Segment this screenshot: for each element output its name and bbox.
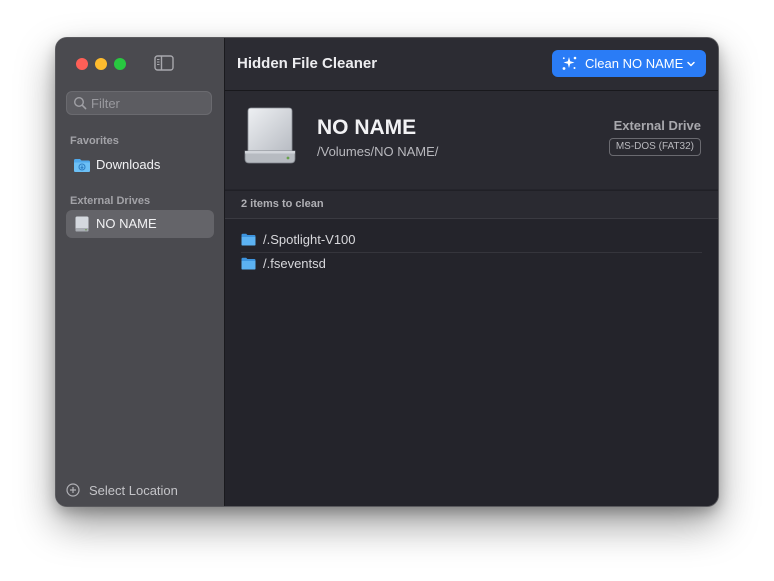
minimize-window-button[interactable] — [95, 58, 107, 70]
app-window: Favorites Downloads External Drives NO N… — [56, 38, 718, 506]
filesystem-badge: MS-DOS (FAT32) — [608, 138, 701, 156]
sidebar-item-no-name[interactable]: NO NAME — [66, 210, 214, 238]
close-window-button[interactable] — [76, 58, 88, 70]
items-summary-bar: 2 items to clean — [225, 190, 718, 219]
filter-field[interactable] — [66, 91, 212, 115]
sidebar-item-downloads[interactable]: Downloads — [66, 151, 214, 179]
file-name: /.Spotlight-V100 — [263, 232, 356, 247]
external-drive-icon — [75, 216, 89, 232]
sidebar-item-label: Downloads — [96, 157, 161, 172]
search-icon — [73, 96, 87, 110]
section-header-external-drives: External Drives — [70, 195, 151, 207]
file-row[interactable]: /.Spotlight-V100 — [241, 228, 702, 253]
sidebar: Favorites Downloads External Drives NO N… — [56, 38, 225, 506]
clean-button-label: Clean NO NAME — [585, 56, 684, 71]
section-header-favorites: Favorites — [70, 135, 119, 147]
drive-name: NO NAME — [317, 116, 417, 139]
folder-icon — [241, 257, 256, 270]
zoom-window-button[interactable] — [114, 58, 126, 70]
select-location-label: Select Location — [89, 483, 178, 498]
clean-button[interactable]: Clean NO NAME — [552, 50, 706, 77]
folder-icon — [241, 233, 256, 246]
select-location-button[interactable]: Select Location — [66, 481, 216, 501]
file-name: /.fseventsd — [263, 256, 326, 271]
file-row[interactable]: /.fseventsd — [241, 252, 702, 276]
main-panel: Hidden File Cleaner Clean NO NAME NO NAM… — [225, 38, 718, 506]
add-circle-icon — [66, 483, 80, 497]
app-title: Hidden File Cleaner — [237, 55, 378, 72]
filter-input[interactable] — [91, 94, 206, 112]
sparkle-icon — [562, 56, 577, 70]
drive-icon — [244, 107, 296, 164]
chevron-down-icon — [687, 61, 695, 67]
drive-header: NO NAME /Volumes/NO NAME/ External Drive… — [225, 91, 718, 189]
downloads-folder-icon — [74, 159, 90, 172]
items-count: 2 items to clean — [241, 198, 324, 210]
sidebar-item-label: NO NAME — [96, 216, 157, 231]
drive-kind: External Drive — [613, 118, 701, 133]
drive-path: /Volumes/NO NAME/ — [317, 144, 439, 159]
toolbar: Hidden File Cleaner Clean NO NAME — [225, 38, 718, 91]
sidebar-toggle-icon[interactable] — [154, 55, 174, 71]
